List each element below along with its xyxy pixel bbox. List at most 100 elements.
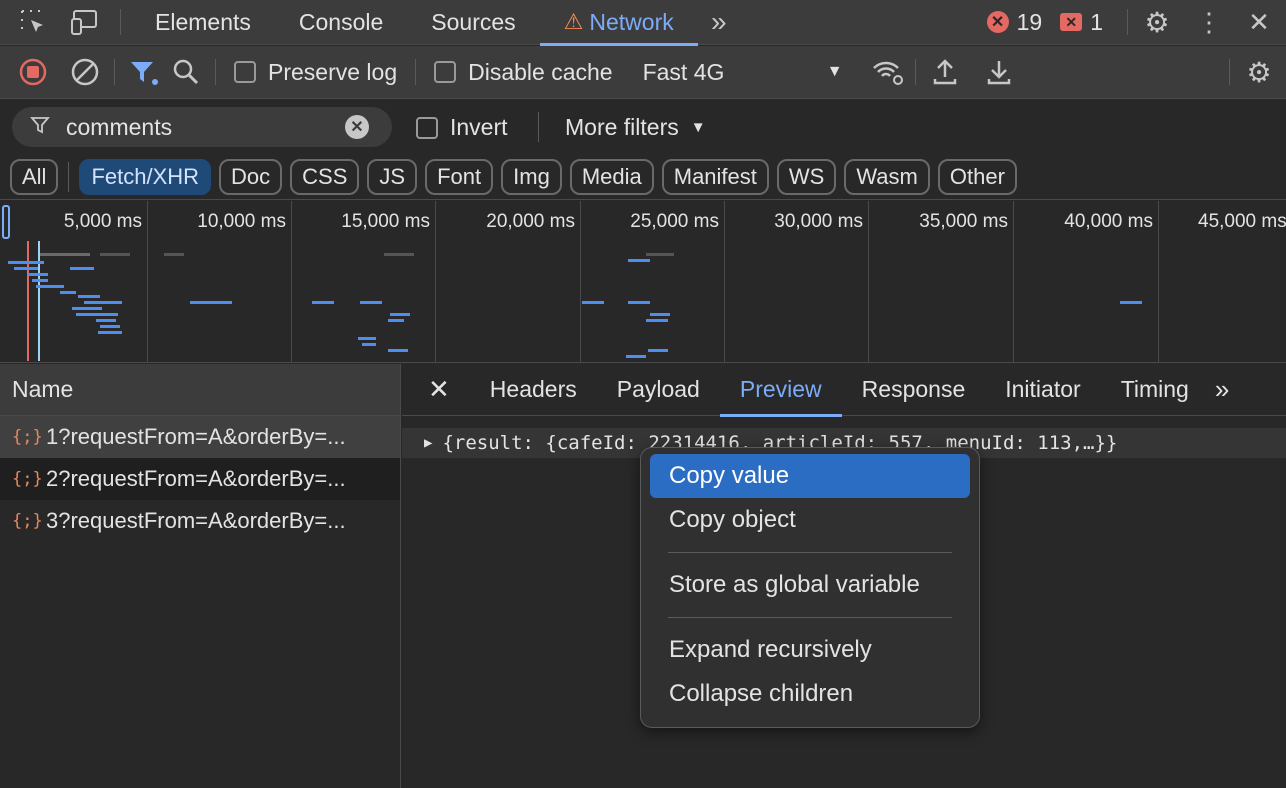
invert-box[interactable] [416,116,438,139]
tick-label: 40,000 ms [1064,211,1153,232]
tab-network[interactable]: ⚠ Network [539,0,698,46]
column-header-name[interactable]: Name [0,364,400,416]
tab-initiator[interactable]: Initiator [985,364,1100,416]
waterfall-bar [32,279,48,282]
close-devtools-icon[interactable]: ✕ [1240,3,1278,41]
disable-cache-box[interactable] [434,61,457,83]
clear-filter-icon[interactable]: ✕ [345,115,369,139]
menu-item-collapse-children[interactable]: Collapse children [650,672,970,716]
waterfall-bar [60,291,76,294]
timeline-overview[interactable]: 5,000 ms 10,000 ms 15,000 ms 20,000 ms 2… [0,201,1286,363]
tab-network-label: Network [589,8,674,35]
disable-cache-label: Disable cache [468,58,613,85]
chip-fetch-xhr[interactable]: Fetch/XHR [79,158,212,195]
device-toolbar-icon[interactable] [66,3,104,41]
waterfall-bar [646,253,674,256]
more-tabs-icon[interactable]: » [1209,364,1235,416]
more-tabs-icon[interactable]: » [700,3,738,41]
network-settings-gear-icon[interactable]: ⚙ [1240,53,1278,91]
menu-item-expand-recursively[interactable]: Expand recursively [650,628,970,672]
chip-all[interactable]: All [10,158,59,195]
menu-separator [668,617,952,618]
overview-left-handle[interactable] [2,205,10,239]
disable-cache-checkbox[interactable]: Disable cache [434,58,613,86]
waterfall-bar [626,355,646,358]
chip-font[interactable]: Font [425,158,494,195]
json-icon: {;} [12,469,43,489]
tab-timing[interactable]: Timing [1101,364,1209,416]
chip-manifest[interactable]: Manifest [661,158,769,195]
chip-wasm[interactable]: Wasm [844,158,930,195]
request-row[interactable]: {;} 1?requestFrom=A&orderBy=... [0,416,400,458]
preserve-log-box[interactable] [234,61,256,83]
issues-counter[interactable]: ✕ 1 [1060,9,1103,36]
throttle-select[interactable]: Fast 4G ▼ [643,59,843,86]
tick-label: 30,000 ms [774,211,863,232]
error-counter[interactable]: ✕ 19 [986,8,1043,36]
filter-bar: comments ✕ Invert More filters ▼ [0,100,1286,154]
filter-input[interactable]: comments ✕ [12,107,392,147]
waterfall-bar [360,301,382,304]
search-icon[interactable] [167,53,205,91]
settings-gear-icon[interactable]: ⚙ [1138,3,1176,41]
request-row[interactable]: {;} 2?requestFrom=A&orderBy=... [0,458,400,500]
preserve-log-checkbox[interactable]: Preserve log [234,59,397,86]
chip-doc[interactable]: Doc [219,158,283,195]
error-count: 19 [1016,8,1043,35]
network-conditions-icon[interactable] [869,53,907,91]
clear-icon[interactable] [66,53,104,91]
chip-ws[interactable]: WS [776,158,837,195]
record-stop-icon[interactable] [14,53,52,91]
close-details-icon[interactable]: ✕ [402,364,470,416]
waterfall-bar [28,273,48,276]
menu-separator [668,552,952,553]
waterfall-bar [628,259,650,262]
network-toolbar: Preserve log Disable cache Fast 4G ▼ ⚙ [0,46,1286,99]
chip-media[interactable]: Media [569,158,654,195]
chip-other[interactable]: Other [937,158,1017,195]
waterfall-bar [72,307,102,310]
chip-img[interactable]: Img [501,158,562,195]
more-filters-label: More filters [565,114,679,140]
waterfall-bar [390,313,410,316]
tab-elements[interactable]: Elements [131,0,275,45]
tick-label: 5,000 ms [63,211,142,232]
tab-headers[interactable]: Headers [470,364,597,416]
request-name: 3?requestFrom=A&orderBy=... [46,508,346,533]
tab-sources[interactable]: Sources [407,0,539,45]
waterfall-bar [582,301,604,304]
warning-icon: ⚠ [563,9,584,34]
expand-triangle-icon[interactable]: ▶ [424,435,432,451]
tab-preview[interactable]: Preview [719,364,842,417]
tab-payload[interactable]: Payload [597,364,720,416]
waterfall-bar [190,301,232,304]
inspect-element-icon[interactable] [14,3,52,41]
json-icon: {;} [12,511,43,531]
tab-response[interactable]: Response [842,364,986,416]
export-har-icon[interactable] [980,53,1018,91]
waterfall-bar [312,301,334,304]
import-har-icon[interactable] [926,53,964,91]
more-filters-dropdown[interactable]: More filters ▼ [565,114,706,141]
waterfall-bar [8,261,44,264]
tick-label: 25,000 ms [630,211,719,232]
json-icon: {;} [12,427,43,447]
menu-item-copy-object[interactable]: Copy object [650,498,970,542]
chip-css[interactable]: CSS [290,158,360,195]
request-row[interactable]: {;} 3?requestFrom=A&orderBy=... [0,500,400,542]
waterfall-bar [1120,301,1142,304]
filter-icon[interactable] [125,53,163,91]
invert-checkbox[interactable]: Invert [416,114,508,141]
waterfall-bar [362,343,376,346]
menu-item-store-global[interactable]: Store as global variable [650,563,970,607]
kebab-menu-icon[interactable]: ⋮ [1190,3,1228,41]
tab-console[interactable]: Console [275,0,407,45]
error-icon: ✕ [986,11,1009,33]
waterfall-bar [78,295,100,298]
menu-item-copy-value[interactable]: Copy value [650,454,970,498]
chip-js[interactable]: JS [367,158,418,195]
waterfall-bar [358,337,376,340]
filter-value: comments [66,113,173,140]
chevron-down-icon: ▼ [826,63,843,80]
waterfall-bar [96,319,116,322]
